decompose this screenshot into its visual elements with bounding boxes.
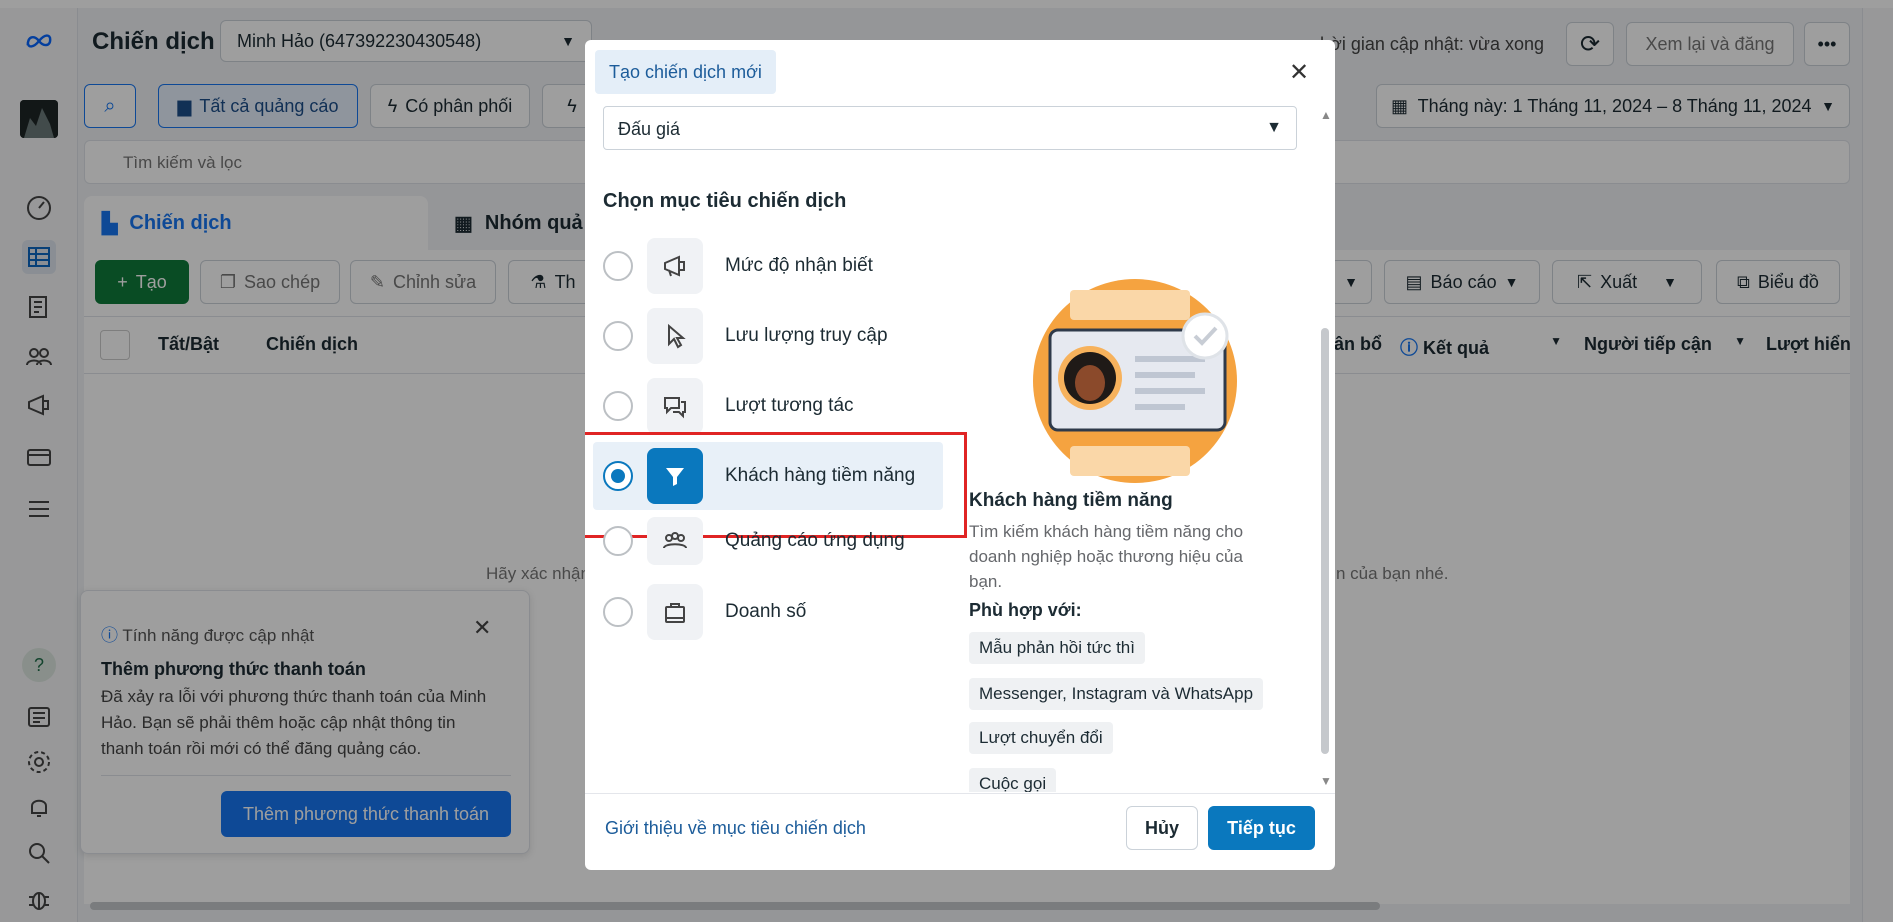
modal-title: Tạo chiến dịch mới: [595, 50, 776, 94]
objective-label: Lượt tương tác: [725, 395, 854, 416]
fit-for-label: Phù hợp với:: [969, 600, 1082, 620]
megaphone-icon: [647, 238, 703, 294]
objective-section-title: Chọn mục tiêu chiến dịch: [603, 190, 847, 212]
objective-detail-desc-3: bạn.: [969, 572, 1003, 591]
objective-label: Mức độ nhận biết: [725, 255, 873, 276]
objective-detail-title: Khách hàng tiềm năng: [969, 490, 1173, 511]
buying-type-value: Đấu giá: [618, 119, 681, 139]
objective-detail-desc-1: Tìm kiếm khách hàng tiềm năng cho: [969, 522, 1244, 541]
objective-label: Quảng cáo ứng dụng: [725, 530, 905, 551]
people-icon: [647, 517, 703, 565]
fit-tag: Lượt chuyển đổi: [969, 722, 1113, 754]
objective-option-sales[interactable]: Doanh số: [593, 578, 943, 646]
modal-scrollbar-thumb[interactable]: [1321, 328, 1329, 754]
fit-tag: Cuộc gọi: [969, 768, 1057, 792]
objective-info-link[interactable]: Giới thiệu về mục tiêu chiến dịch: [605, 818, 866, 839]
chevron-down-icon: ▼: [1266, 119, 1282, 136]
objective-radio[interactable]: [603, 526, 633, 556]
bag-icon: [647, 584, 703, 640]
buying-type-select[interactable]: Đấu giá ▼: [603, 106, 1297, 150]
objective-detail-desc-2: doanh nghiệp hoặc thương hiệu của: [969, 547, 1243, 566]
objective-option-engagement[interactable]: Lượt tương tác: [593, 372, 943, 440]
objective-radio[interactable]: [603, 597, 633, 627]
modal-footer-divider: [585, 793, 1335, 794]
fit-tag: Mẫu phản hồi tức thì: [969, 632, 1145, 664]
close-icon[interactable]: ✕: [1289, 58, 1309, 87]
objective-label: Lưu lượng truy cập: [725, 325, 888, 346]
objective-option-app-promotion[interactable]: Quảng cáo ứng dụng: [593, 512, 943, 570]
leads-illustration: [1030, 278, 1240, 484]
objective-radio[interactable]: [603, 391, 633, 421]
modal-scroll-down-arrow[interactable]: ▼: [1320, 774, 1332, 788]
objective-radio[interactable]: [603, 251, 633, 281]
fit-tag: Messenger, Instagram và WhatsApp: [969, 678, 1264, 710]
objective-label: Doanh số: [725, 601, 807, 622]
objective-option-awareness[interactable]: Mức độ nhận biết: [593, 232, 943, 300]
create-campaign-modal: Tạo chiến dịch mới ✕ Đấu giá ▼ Chọn mục …: [585, 40, 1335, 870]
objective-radio[interactable]: [603, 321, 633, 351]
chat-icon: [647, 378, 703, 434]
objective-option-traffic[interactable]: Lưu lượng truy cập: [593, 302, 943, 370]
continue-button[interactable]: Tiếp tục: [1208, 806, 1315, 850]
cursor-icon: [647, 308, 703, 364]
modal-scroll-area: Đấu giá ▼ Chọn mục tiêu chiến dịch Mức đ…: [585, 106, 1335, 792]
cancel-button[interactable]: Hủy: [1126, 806, 1198, 850]
modal-scroll-up-arrow[interactable]: ▲: [1320, 108, 1332, 122]
